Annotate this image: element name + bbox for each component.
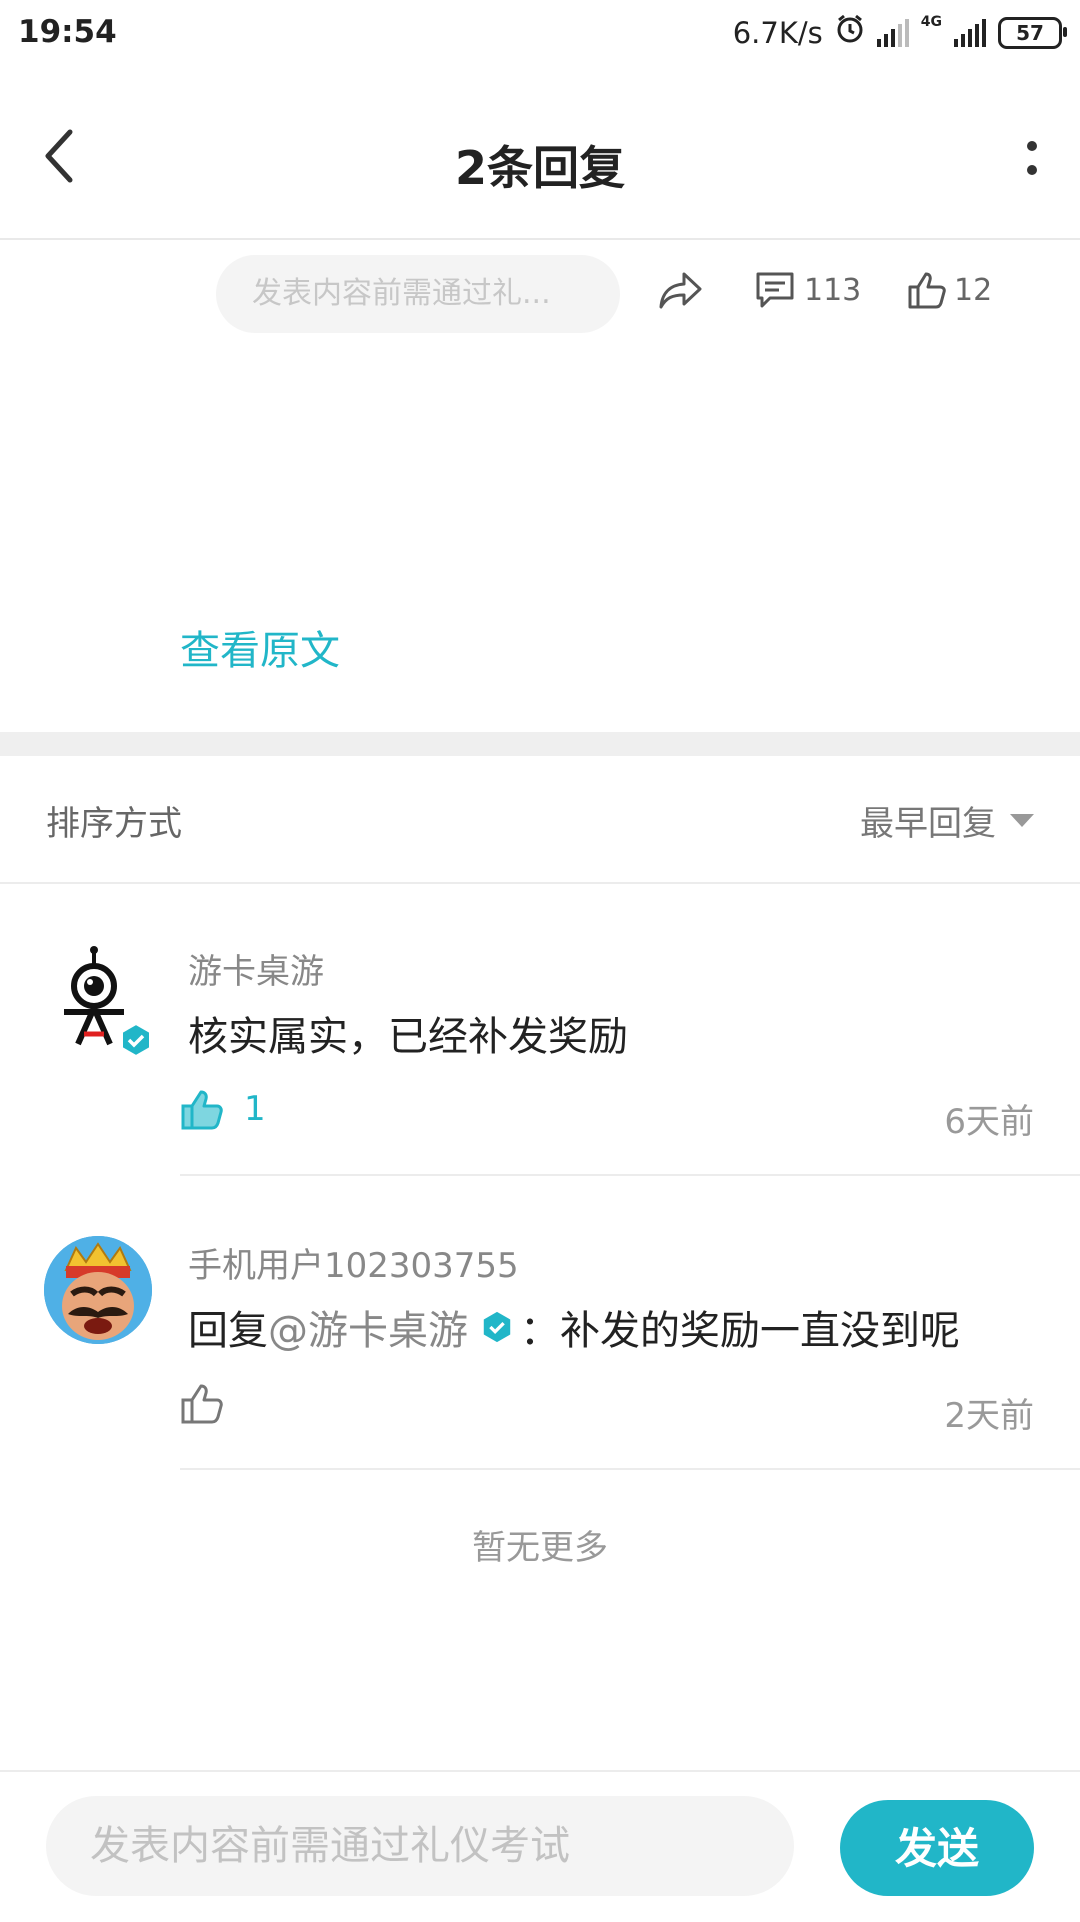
comment-divider [180,1468,1080,1470]
no-more-text: 暂无更多 [472,1528,608,1568]
comment-text: 核实属实，已经补发奖励 [188,1014,628,1060]
sort-dropdown[interactable]: 最早回复 [860,796,1034,845]
thumbs-up-icon [181,1384,223,1424]
comment-count: 113 [804,272,862,308]
network-type: 4G [920,14,942,30]
network-speed: 6.7K/s [732,15,823,50]
comment-like-button[interactable] [180,1382,224,1424]
like-count-button[interactable]: 12 [906,270,992,310]
top-bar: 2条回复 [0,80,1080,240]
thumbs-up-filled-icon [181,1090,223,1130]
bottom-input-bar: 发表内容前需通过礼仪考试 发送 [0,1770,1080,1922]
thumbs-up-icon [908,272,946,309]
mention-link[interactable]: @游卡桌游 [268,1298,468,1356]
comment-like-button[interactable]: 1 [180,1088,266,1130]
view-original-link[interactable]: 查看原文 [180,618,340,676]
sort-row: 排序方式 最早回复 [0,756,1080,884]
avatar[interactable] [44,1236,152,1344]
comment-text: 回复 @游卡桌游 ：补发的奖励一直没到呢 [188,1298,960,1356]
dropdown-arrow-icon [1010,814,1034,827]
comment-icon [756,272,794,308]
alarm-icon [835,14,865,51]
status-icons: 6.7K/s 4G 57 [732,14,1067,51]
page-title: 2条回复 [454,141,625,195]
comment-item: 游卡桌游 核实属实，已经补发奖励 1 6天前 [0,882,1080,1176]
reply-text: ：补发的奖励一直没到呢 [520,1308,960,1354]
section-divider [0,732,1080,756]
battery-level: 57 [1016,20,1044,45]
comment-like-count: 1 [244,1089,266,1129]
comment-input-preview[interactable]: 发表内容前需通过礼... [216,255,620,333]
reply-prefix: 回复 [188,1308,268,1354]
comment-author[interactable]: 手机用户102303755 [188,1238,519,1287]
comment-time: 2天前 [944,1396,1034,1436]
comment-item: 手机用户102303755 回复 @游卡桌游 ：补发的奖励一直没到呢 2天前 [0,1176,1080,1470]
send-button[interactable]: 发送 [840,1800,1034,1896]
more-button[interactable] [1024,136,1040,184]
wifi-signal-icon [876,18,909,47]
verified-badge-icon [118,1022,154,1062]
battery-icon: 57 [998,16,1067,49]
comment-time: 6天前 [944,1102,1034,1142]
sort-label: 排序方式 [46,804,182,844]
comment-count-button[interactable]: 113 [754,270,861,310]
comment-author[interactable]: 游卡桌游 [188,944,324,993]
share-button[interactable] [658,270,704,310]
cell-signal-icon [954,18,986,47]
like-count: 12 [954,272,993,308]
share-icon [659,272,702,309]
user-avatar-icon [44,1236,152,1344]
verified-badge-icon [480,1310,514,1344]
status-time: 19:54 [18,14,117,50]
sort-value: 最早回复 [860,804,996,844]
reply-input[interactable]: 发表内容前需通过礼仪考试 [46,1796,794,1896]
more-vertical-icon [1027,141,1037,175]
